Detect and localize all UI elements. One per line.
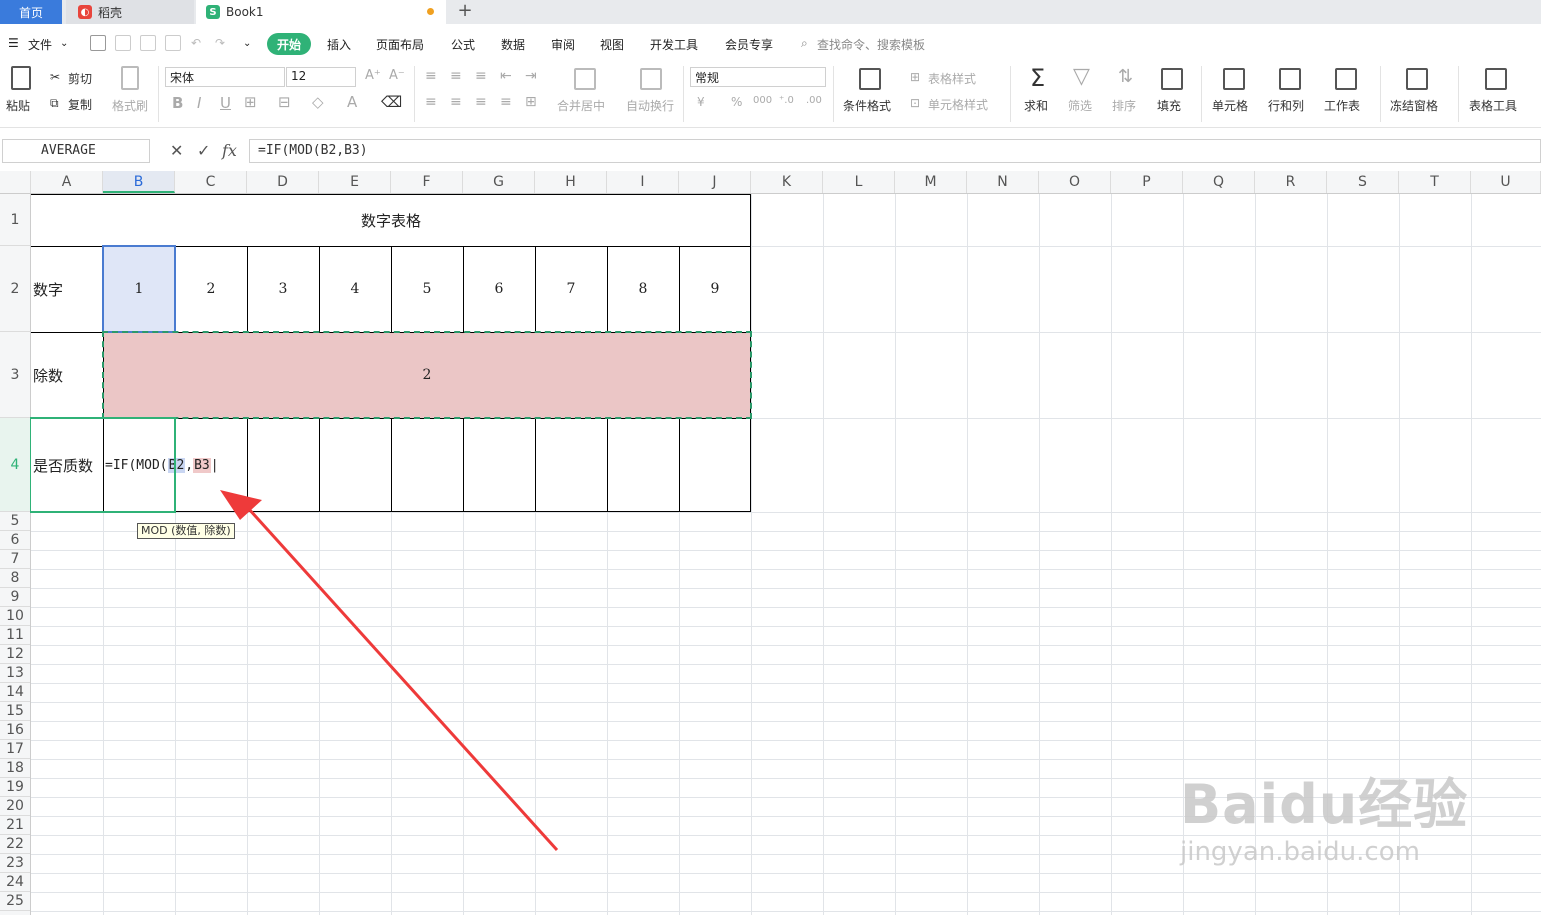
watermark-url: jingyan.baidu.com (1180, 837, 1420, 867)
watermark: Baidu经验 jingyan.baidu.com (1180, 760, 1468, 867)
watermark-brand: Baidu经验 (1180, 773, 1469, 836)
